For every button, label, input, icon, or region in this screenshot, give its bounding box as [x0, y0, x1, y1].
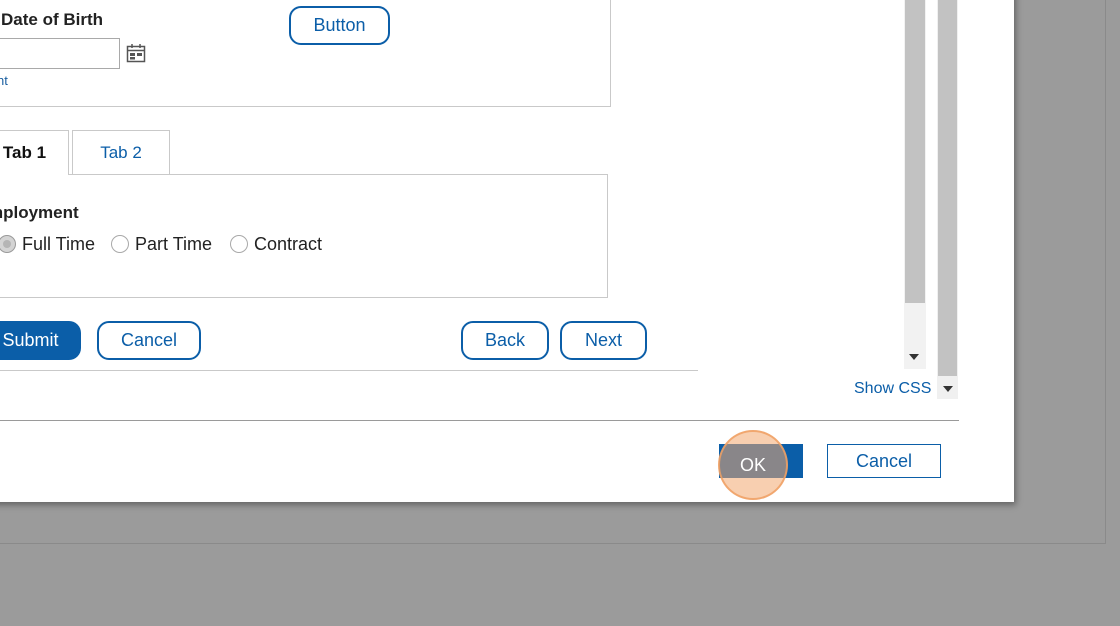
outer-scrollbar-thumb[interactable]: [938, 0, 957, 376]
next-button[interactable]: Next: [560, 321, 647, 360]
radio-contract[interactable]: Contract: [230, 232, 322, 256]
submit-button[interactable]: Submit: [0, 321, 81, 360]
radio-contract-circle[interactable]: [230, 235, 248, 253]
radio-part-time[interactable]: Part Time: [111, 232, 212, 256]
back-button[interactable]: Back: [461, 321, 549, 360]
radio-part-time-circle[interactable]: [111, 235, 129, 253]
employment-label: mployment: [0, 203, 79, 222]
radio-full-time-circle[interactable]: [0, 235, 16, 253]
tab-1[interactable]: Tab 1: [0, 130, 69, 175]
radio-part-time-label: Part Time: [135, 233, 213, 254]
inner-scrollbar-thumb[interactable]: [905, 0, 925, 303]
tab-2[interactable]: Tab 2: [72, 130, 170, 175]
chevron-down-icon[interactable]: [909, 354, 919, 360]
dob-help-link[interactable]: nt: [0, 73, 8, 88]
radio-full-time[interactable]: Full Time: [0, 232, 95, 256]
show-css-link[interactable]: Show CSS: [854, 380, 931, 398]
radio-full-time-label: Full Time: [22, 233, 96, 254]
dob-label: Date of Birth: [1, 10, 103, 29]
ok-button-label[interactable]: OK: [718, 430, 788, 500]
dob-input[interactable]: [0, 38, 120, 69]
chevron-down-icon[interactable]: [943, 386, 953, 392]
css-panel: [697, 0, 927, 370]
generic-button[interactable]: Button: [289, 6, 390, 45]
radio-contract-label: Contract: [254, 233, 323, 254]
calendar-icon[interactable]: [126, 43, 146, 63]
form-cancel-button[interactable]: Cancel: [97, 321, 201, 360]
dialog-cancel-button[interactable]: Cancel: [827, 444, 941, 478]
footer-divider: [0, 420, 959, 421]
